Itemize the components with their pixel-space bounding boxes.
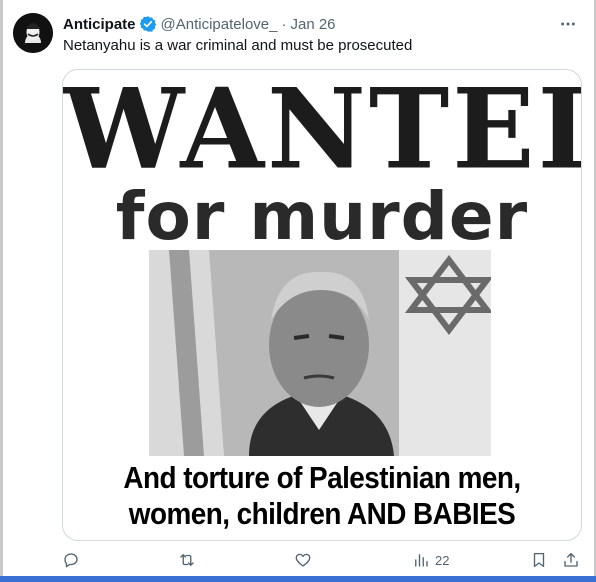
handle[interactable]: @Anticipatelove_ xyxy=(161,16,278,33)
tweet-header: Anticipate @Anticipatelove_ · Jan 26 xyxy=(63,13,336,35)
avatar[interactable] xyxy=(13,13,53,53)
poster-caption: And torture of Palestinian men, women, c… xyxy=(89,460,555,532)
retweet-icon xyxy=(180,554,194,566)
verified-badge-icon xyxy=(139,15,157,33)
share-icon xyxy=(564,552,578,567)
window-frame-bottom xyxy=(0,576,596,582)
bookmark-icon xyxy=(533,552,545,568)
tweet-text: Netanyahu is a war criminal and must be … xyxy=(63,37,413,54)
tweet-date[interactable]: Jan 26 xyxy=(290,16,335,33)
retweet-button[interactable] xyxy=(178,548,196,572)
reply-icon xyxy=(64,553,78,568)
display-name[interactable]: Anticipate xyxy=(63,16,136,33)
separator-dot: · xyxy=(281,15,287,33)
poster-headline: WANTED xyxy=(63,69,582,195)
like-button[interactable] xyxy=(294,548,312,572)
like-icon xyxy=(295,553,311,567)
poster-photo xyxy=(149,250,491,456)
tweet-actions: 22 xyxy=(62,548,584,572)
reply-button[interactable] xyxy=(62,548,80,572)
window-frame-left xyxy=(0,0,3,582)
views-icon xyxy=(415,554,428,567)
caption-line-2: women, children AND BABIES xyxy=(128,496,516,531)
poster-subheadline: for murder xyxy=(115,178,529,255)
share-button[interactable] xyxy=(562,548,580,572)
views-count: 22 xyxy=(435,552,450,568)
caption-line-1: And torture of Palestinian men, xyxy=(123,460,521,495)
tweet-media[interactable]: WANTED for murder And torture of Palesti… xyxy=(62,69,582,541)
views-button[interactable]: 22 xyxy=(412,548,449,572)
more-options-icon[interactable] xyxy=(558,14,578,34)
avatar-image xyxy=(13,13,53,53)
bookmark-button[interactable] xyxy=(530,548,548,572)
